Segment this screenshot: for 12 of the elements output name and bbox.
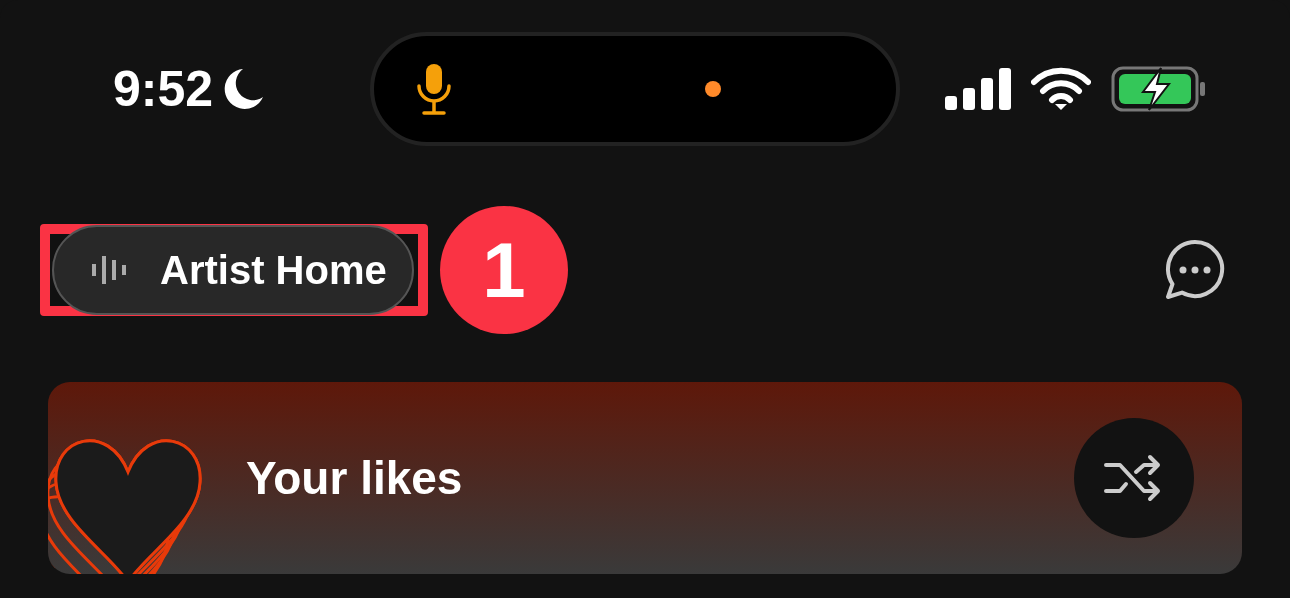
artist-home-button[interactable]: Artist Home xyxy=(52,225,414,315)
card-title: Your likes xyxy=(246,451,463,505)
clock-time: 9:52 xyxy=(113,60,214,118)
indicator-dot-icon xyxy=(704,80,722,98)
microphone-icon xyxy=(414,62,454,116)
battery-icon xyxy=(1111,66,1207,112)
wifi-icon xyxy=(1031,67,1091,111)
likes-card[interactable]: Your likes xyxy=(48,382,1242,574)
chat-bubble-icon[interactable] xyxy=(1164,239,1226,301)
waveform-icon xyxy=(92,254,126,286)
step-number: 1 xyxy=(440,206,568,334)
signal-icon xyxy=(945,68,1011,110)
